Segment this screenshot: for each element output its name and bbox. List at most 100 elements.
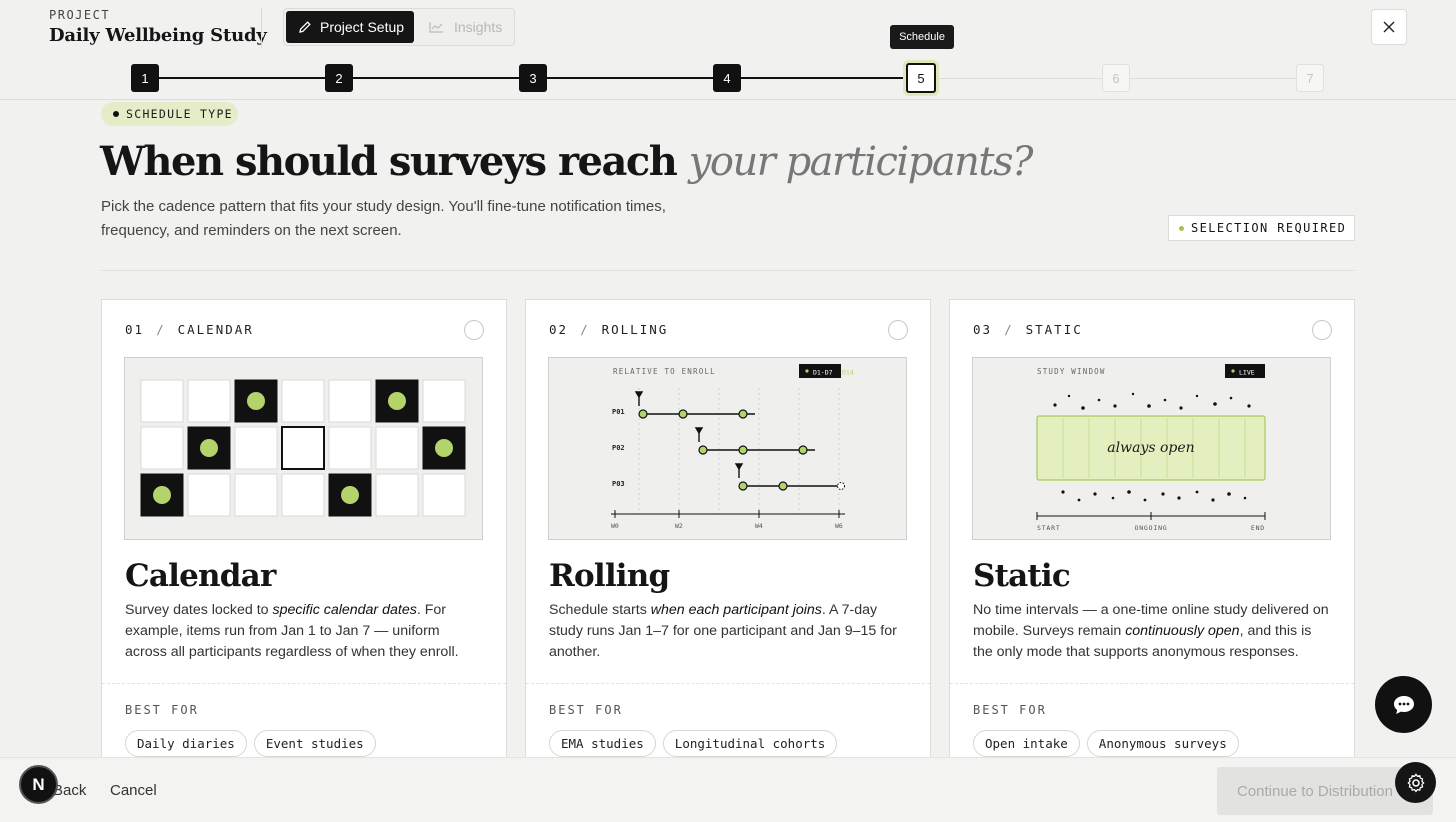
- best-for-label: BEST FOR: [125, 703, 199, 717]
- schedule-card-rolling[interactable]: 02/ROLLING RELATIVE TO ENROLL D1·D7 D14 …: [525, 299, 931, 769]
- project-label: PROJECT: [49, 8, 111, 22]
- headline-italic: your participants?: [688, 139, 1034, 185]
- card-number: 03: [973, 322, 993, 337]
- card-title: Static: [973, 558, 1071, 594]
- chat-icon: [1393, 695, 1414, 714]
- svg-text:P01: P01: [612, 408, 625, 416]
- close-button[interactable]: [1371, 9, 1407, 45]
- cancel-button[interactable]: Cancel: [110, 782, 157, 799]
- selection-required-label: SELECTION REQUIRED: [1191, 221, 1347, 235]
- selection-required-badge: SELECTION REQUIRED: [1168, 215, 1355, 241]
- project-title: Daily Wellbeing Study: [49, 25, 267, 46]
- svg-text:always open: always open: [1107, 440, 1194, 456]
- headline-main: When should surveys reach: [100, 138, 678, 185]
- tab-project-setup[interactable]: Project Setup: [286, 11, 414, 43]
- tab-insights-label: Insights: [454, 19, 503, 35]
- svg-text:W6: W6: [835, 522, 843, 530]
- card-divider: [102, 683, 506, 684]
- card-description: Schedule starts when each participant jo…: [549, 602, 897, 660]
- card-divider: [526, 683, 930, 684]
- svg-text:P03: P03: [612, 480, 625, 488]
- svg-text:D14: D14: [842, 369, 854, 377]
- divider: [101, 270, 1355, 271]
- settings-button[interactable]: [1395, 762, 1436, 803]
- step-1[interactable]: 1: [131, 64, 159, 92]
- svg-text:W4: W4: [755, 522, 763, 530]
- rolling-illustration: RELATIVE TO ENROLL D1·D7 D14 P01 P02 P03: [548, 357, 907, 540]
- step-4[interactable]: 4: [713, 64, 741, 92]
- svg-text:W2: W2: [675, 522, 683, 530]
- tab-project-setup-label: Project Setup: [320, 19, 405, 35]
- tag: EMA studies: [549, 730, 656, 757]
- gear-icon: [1406, 772, 1425, 792]
- best-for-label: BEST FOR: [549, 703, 623, 717]
- step-5[interactable]: 5: [906, 63, 936, 93]
- chat-button[interactable]: [1375, 676, 1432, 733]
- card-header: 03/STATIC: [973, 322, 1083, 337]
- avatar[interactable]: N: [19, 765, 58, 804]
- step-connector: [159, 77, 325, 79]
- tag: Daily diaries: [125, 730, 247, 757]
- svg-text:LIVE: LIVE: [1239, 369, 1255, 377]
- static-illustration: STUDY WINDOW LIVE always open START ONGO…: [972, 357, 1331, 540]
- step-3[interactable]: 3: [519, 64, 547, 92]
- card-kind: STATIC: [1025, 322, 1083, 337]
- view-tabs: Project Setup Insights: [283, 8, 515, 46]
- tag-list: Daily diaries Event studies: [125, 730, 376, 757]
- svg-text:P02: P02: [612, 444, 625, 452]
- tab-insights[interactable]: Insights: [416, 11, 512, 43]
- svg-text:ONGOING: ONGOING: [1135, 524, 1168, 532]
- step-tooltip: Schedule: [890, 25, 954, 49]
- pencil-icon: [299, 21, 311, 33]
- step-connector: [741, 77, 907, 79]
- illus-caption: RELATIVE TO ENROLL: [613, 367, 716, 376]
- close-icon: [1383, 21, 1395, 33]
- svg-text:W0: W0: [611, 522, 619, 530]
- step-connector: [937, 78, 1102, 79]
- back-button[interactable]: Back: [53, 782, 86, 799]
- card-description: Survey dates locked to specific calendar…: [125, 602, 459, 660]
- svg-text:START: START: [1037, 524, 1061, 532]
- schedule-card-static[interactable]: 03/STATIC STUDY WINDOW LIVE always open …: [949, 299, 1355, 769]
- calendar-illustration: [124, 357, 483, 540]
- section-label: SCHEDULE TYPE: [126, 107, 233, 121]
- page-subtext: Pick the cadence pattern that fits your …: [101, 198, 666, 239]
- tag: Longitudinal cohorts: [662, 730, 838, 757]
- dot-icon: [113, 111, 119, 117]
- card-description: No time intervals — a one-time online st…: [973, 602, 1329, 660]
- card-number: 01: [125, 322, 145, 337]
- card-header: 02/ROLLING: [549, 322, 669, 337]
- step-7[interactable]: 7: [1296, 64, 1324, 92]
- svg-text:STUDY WINDOW: STUDY WINDOW: [1037, 367, 1106, 376]
- svg-text:D1·D7: D1·D7: [813, 369, 833, 377]
- step-connector: [547, 77, 713, 79]
- card-kind: ROLLING: [601, 322, 669, 337]
- chart-icon: [429, 22, 443, 33]
- calendar-grid: [140, 379, 466, 517]
- page-headline: When should surveys reach your participa…: [100, 138, 1034, 185]
- tag: Event studies: [253, 730, 376, 757]
- card-radio[interactable]: [1312, 320, 1332, 340]
- tag: Anonymous surveys: [1086, 730, 1239, 757]
- step-2[interactable]: 2: [325, 64, 353, 92]
- card-radio[interactable]: [464, 320, 484, 340]
- svg-text:END: END: [1251, 524, 1265, 532]
- card-radio[interactable]: [888, 320, 908, 340]
- section-label-pill: SCHEDULE TYPE: [101, 102, 238, 126]
- card-header: 01/CALENDAR: [125, 322, 254, 337]
- card-kind: CALENDAR: [177, 322, 254, 337]
- footer-bar: Back Cancel Continue to Distribution: [0, 757, 1456, 822]
- card-divider: [950, 683, 1354, 684]
- card-title: Calendar: [125, 558, 276, 594]
- card-number: 02: [549, 322, 569, 337]
- tag-list: Open intake Anonymous surveys: [973, 730, 1239, 757]
- step-connector: [1130, 78, 1296, 79]
- best-for-label: BEST FOR: [973, 703, 1047, 717]
- schedule-card-calendar[interactable]: 01/CALENDAR Calendar Survey dates locked…: [101, 299, 507, 769]
- step-6[interactable]: 6: [1102, 64, 1130, 92]
- card-title: Rolling: [549, 558, 670, 594]
- tag-list: EMA studies Longitudinal cohorts: [549, 730, 838, 757]
- top-bar: PROJECT Daily Wellbeing Study Project Se…: [0, 0, 1456, 56]
- status-dot-icon: [1179, 226, 1184, 231]
- tag: Open intake: [973, 730, 1080, 757]
